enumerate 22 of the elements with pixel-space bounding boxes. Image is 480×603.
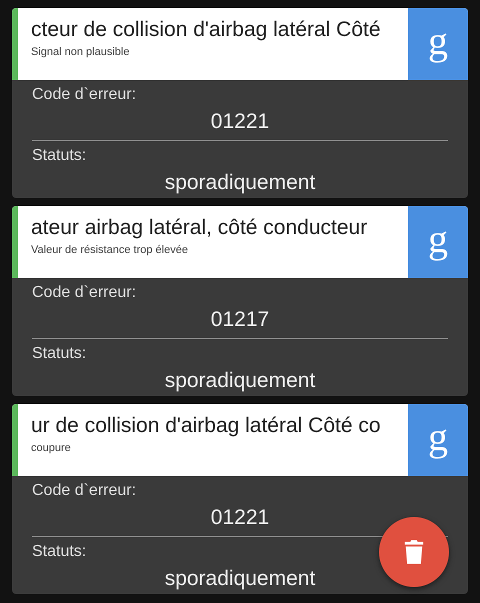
field-label: Code d`erreur: bbox=[32, 482, 136, 500]
search-button[interactable]: g bbox=[408, 404, 468, 476]
field-label: Statuts: bbox=[32, 543, 86, 561]
error-title: ur de collision d'airbag latéral Côté co bbox=[31, 414, 382, 438]
search-button[interactable]: g bbox=[408, 8, 468, 80]
error-description: Signal non plausible bbox=[31, 46, 130, 58]
status-value: sporadiquement bbox=[164, 171, 316, 195]
error-code: 01221 bbox=[210, 506, 270, 530]
field-label: Code d`erreur: bbox=[32, 86, 136, 104]
error-description: Valeur de résistance trop élevée bbox=[31, 244, 189, 256]
search-button[interactable]: g bbox=[408, 206, 468, 278]
error-description: coupure bbox=[31, 442, 72, 454]
error-title: cteur de collision d'airbag latéral Côté bbox=[31, 18, 382, 42]
status-value: sporadiquement bbox=[164, 369, 316, 393]
field-label: Code d`erreur: bbox=[32, 284, 136, 302]
error-code: 01221 bbox=[210, 110, 270, 134]
status-value: sporadiquement bbox=[164, 567, 316, 591]
error-code: 01217 bbox=[210, 308, 270, 332]
field-label: Statuts: bbox=[32, 345, 86, 363]
error-title: ateur airbag latéral, côté conducteur bbox=[31, 216, 368, 240]
trash-icon bbox=[403, 539, 425, 565]
field-label: Statuts: bbox=[32, 147, 86, 165]
